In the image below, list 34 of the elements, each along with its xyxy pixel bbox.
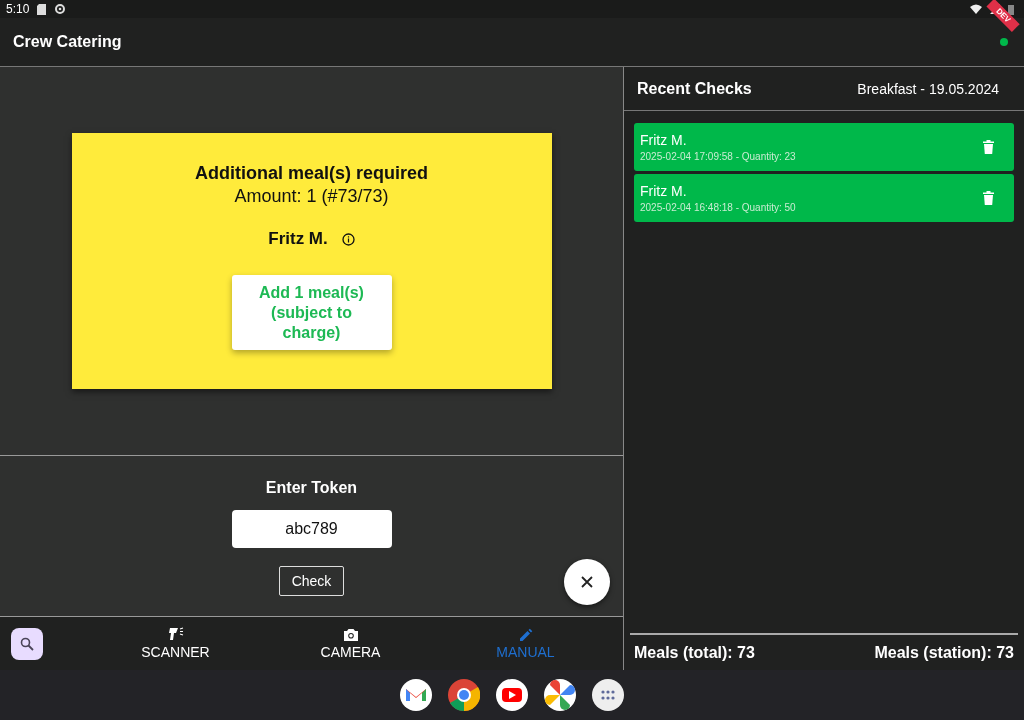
token-field[interactable]: abc789 (231, 510, 392, 548)
trash-icon (983, 191, 994, 205)
nav-tab[interactable]: CAMERA (263, 625, 438, 662)
amount-text: Amount: 1 (#73/73) (234, 186, 389, 207)
check-name: Fritz M. (640, 183, 688, 199)
sd-card-icon (37, 3, 47, 15)
meals-station: Meals (station): 73 (874, 643, 1014, 662)
token-label: Enter Token (265, 479, 358, 497)
check-button[interactable]: Check (278, 566, 345, 596)
app-title: Crew Catering (13, 33, 122, 51)
clock-time: 5:10 (6, 2, 30, 16)
search-icon (20, 636, 34, 651)
panel-title: Recent Checks (637, 79, 752, 98)
person-name: Fritz M. (268, 229, 328, 249)
close-icon (581, 576, 593, 588)
camera-icon (342, 627, 359, 642)
close-button[interactable] (564, 559, 610, 605)
play-icon[interactable] (496, 679, 528, 711)
wifi-icon (970, 4, 982, 14)
trash-icon (983, 140, 994, 154)
app-grid-icon[interactable] (592, 679, 624, 711)
mail-icon[interactable] (400, 679, 432, 711)
meals-total: Meals (total): 73 (634, 643, 755, 662)
check-name: Fritz M. (640, 132, 688, 148)
meal-date: Breakfast - 19.05.2024 (857, 80, 999, 97)
browser-icon[interactable] (448, 679, 480, 711)
pencil-icon (517, 627, 534, 642)
nav-tab[interactable]: SCANNER (88, 625, 263, 662)
check-details: 2025-02-04 16:48:18 - Quantity: 50 (640, 202, 797, 213)
check-details: 2025-02-04 17:09:58 - Quantity: 23 (640, 151, 797, 162)
search-button[interactable] (11, 627, 43, 660)
pinwheel-icon[interactable] (544, 679, 576, 711)
info-icon (341, 232, 355, 246)
result-title: Additional meal(s) required (194, 163, 428, 184)
